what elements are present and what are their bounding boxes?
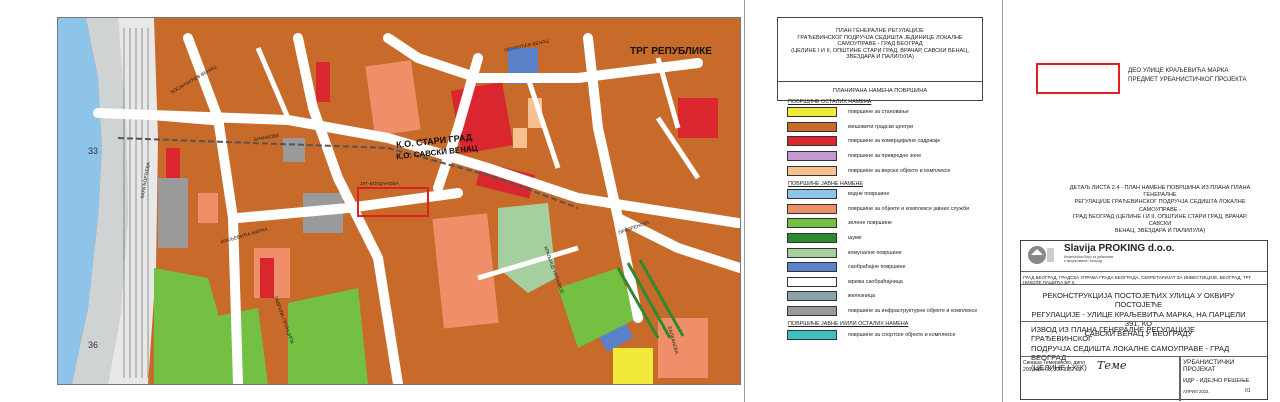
phase-label: УРБАНИСТИЧКИ ПРОЈЕКАТ bbox=[1183, 359, 1235, 373]
map-canvas bbox=[58, 18, 740, 384]
legend-item-public-1: површине за објекте и комплексе јавних с… bbox=[784, 202, 980, 217]
legend-swatch bbox=[787, 329, 837, 340]
legend-swatch bbox=[787, 107, 837, 118]
legend-item-public-8: површине за инфраструктурне објекте и ко… bbox=[784, 304, 980, 319]
phase-type: ИДР - ИДЕЈНО РЕШЕЊЕ bbox=[1183, 378, 1250, 384]
legend-label: површине за комерцијалне садржаје bbox=[848, 138, 941, 145]
detail-line: РЕГУЛАЦИЈЕ ГРАЂЕВИНСКОГ ПОДРУЧЈА СЕДИШТА… bbox=[1074, 199, 1246, 213]
company-logo-icon bbox=[1028, 246, 1054, 264]
legend-label: мешовити градски центри bbox=[848, 123, 914, 130]
signatory-name: Синиша Темеринско, дипл bbox=[1023, 360, 1085, 366]
legend-item-other-1: мешовити градски центри bbox=[784, 120, 980, 135]
signatory-license: 200 0065 03, 300 3152 03 bbox=[1023, 367, 1082, 373]
project-marker-swatch bbox=[1036, 63, 1120, 94]
legend-title-line: ПЛАН ГЕНЕРАЛНЕ РЕГУЛАЦИЈЕ bbox=[836, 28, 924, 34]
detail-line: ГРАД БЕОГРАД (ЦЕЛИНЕ I И II, ОПШТИНЕ СТА… bbox=[1072, 213, 1248, 228]
legend-swatch bbox=[787, 136, 837, 147]
legend-label: шуме bbox=[848, 235, 862, 242]
legend-label: железница bbox=[848, 293, 875, 300]
sheet-divider-2 bbox=[1002, 0, 1003, 402]
legend-swatch bbox=[787, 276, 837, 287]
land-use-map[interactable]: ТРГ РЕПУБЛИКЕ К.О. СТАРИ ГРАД К.О. САВСК… bbox=[57, 17, 741, 385]
legend-swatch bbox=[787, 306, 837, 317]
legend-swatch bbox=[787, 121, 837, 132]
square-label: ТРГ РЕПУБЛИКЕ bbox=[630, 46, 712, 57]
legend-item-public-7: железница bbox=[784, 289, 980, 304]
legend-swatch bbox=[787, 203, 837, 214]
grid-mark-36: 36 bbox=[88, 340, 99, 350]
legend-swatch bbox=[787, 291, 837, 302]
legend-label: мрежа саобраћајница bbox=[848, 278, 903, 285]
marker-line: ДЕО УЛИЦЕ КРАЉЕВИЋА МАРКА bbox=[1128, 67, 1229, 74]
company-subtitle: Инжењерски биро за урбанизам и пројектов… bbox=[1064, 255, 1113, 263]
legend-label: површине за спортске објекте и комплексе bbox=[848, 331, 956, 338]
legend-swatch bbox=[787, 189, 837, 200]
legend-label: саобраћајне површине bbox=[848, 264, 906, 271]
drawing-sheet: ТРГ РЕПУБЛИКЕ К.О. СТАРИ ГРАД К.О. САВСК… bbox=[0, 0, 1280, 402]
grid-mark-33: 33 bbox=[88, 146, 99, 156]
company-sub-line: и пројектовање, Београд bbox=[1064, 259, 1103, 263]
legend-item-other-3: површине за привредне зоне bbox=[784, 149, 980, 164]
street-jug-bogdanova: ЈУГ-БОГДАНОВА bbox=[360, 182, 399, 187]
marker-line: ПРЕДМЕТ УРБАНИСТИЧКОГ ПРОЈЕКТА bbox=[1128, 76, 1247, 83]
legend: ПОВРШИНЕ ОСТАЛИХ НАМЕНА површине за стан… bbox=[784, 96, 980, 342]
legend-item-mixed-0: површине за спортске објекте и комплексе bbox=[784, 327, 980, 342]
legend-item-public-4: комуналне површине bbox=[784, 245, 980, 260]
project-marker-label: ДЕО УЛИЦЕ КРАЉЕВИЋА МАРКА ПРЕДМЕТ УРБАНИ… bbox=[1128, 66, 1247, 84]
legend-item-public-0: водне површине bbox=[784, 187, 980, 202]
issue-date: АПРИЛ 2022. bbox=[1183, 389, 1210, 394]
sheet-divider bbox=[744, 0, 745, 402]
project-line: РЕКОНСТРУКЦИЈА ПОСТОЈЕЋИХ УЛИЦА У ОКВИРУ… bbox=[1042, 291, 1235, 310]
title-block: Slavija PROKING d.o.o. Инжењерски биро з… bbox=[1020, 240, 1268, 401]
legend-title-line: САМОУПРАВЕ - ГРАД БЕОГРАД bbox=[837, 41, 923, 48]
legend-item-other-4: површине за верске објекте и комплексе bbox=[784, 163, 980, 178]
detail-note: ДЕТАЉ ЛИСТА 2.4 - ПЛАН НАМЕНЕ ПОВРШИНА И… bbox=[1063, 185, 1257, 235]
legend-label: зелене површине bbox=[848, 220, 892, 227]
legend-swatch bbox=[787, 218, 837, 229]
legend-swatch bbox=[787, 233, 837, 244]
legend-item-public-5: саобраћајне површине bbox=[784, 260, 980, 275]
doc-line: ИЗВОД ИЗ ПЛАНА ГЕНЕРАЛНЕ РЕГУЛАЦИЈЕ ГРАЂ… bbox=[1031, 325, 1196, 344]
legend-title-line: ГРАЂЕВИНСКОГ ПОДРУЧЈА СЕДИШТА ЈЕДИНИЦЕ Л… bbox=[797, 34, 963, 41]
sheet-number: 01 bbox=[1245, 388, 1251, 394]
detail-line: ВЕНАЦ, ЗВЕЗДАРА И ПАЛИЛУЛА) bbox=[1114, 228, 1206, 235]
legend-title-line: ЗВЕЗДАРА И ПАЛИЛУЛА) bbox=[846, 54, 914, 61]
legend-swatch bbox=[787, 247, 837, 258]
legend-label: површине за инфраструктурне објекте и ко… bbox=[848, 308, 978, 315]
legend-subtitle: ПЛАНИРАНА НАМЕНА ПОВРШИНА bbox=[778, 81, 982, 95]
legend-label: површине за објекте и комплексе јавних с… bbox=[848, 205, 970, 212]
legend-label: површине за привредне зоне bbox=[848, 153, 922, 160]
legend-swatch bbox=[787, 262, 837, 273]
signatory: Синиша Темеринско, дипл 200 0065 03, 300… bbox=[1023, 360, 1085, 374]
legend-title-line: (ЦЕЛИНЕ I И II, ОПШТИНЕ СТАРИ ГРАД, ВРАЧ… bbox=[791, 47, 969, 54]
legend-label: водне површине bbox=[848, 191, 890, 198]
legend-label: комуналне површине bbox=[848, 249, 902, 256]
legend-item-other-2: површине за комерцијалне садржаје bbox=[784, 134, 980, 149]
legend-item-public-2: зелене површине bbox=[784, 216, 980, 231]
legend-item-public-3: шуме bbox=[784, 231, 980, 246]
legend-swatch bbox=[787, 165, 837, 176]
legend-label: површине за верске објекте и комплексе bbox=[848, 167, 951, 174]
legend-item-other-0: површине за становање bbox=[784, 105, 980, 120]
company-name: Slavija PROKING d.o.o. bbox=[1064, 243, 1175, 254]
legend-item-public-6: мрежа саобраћајница bbox=[784, 275, 980, 290]
legend-header: ПЛАН ГЕНЕРАЛНЕ РЕГУЛАЦИЈЕ ГРАЂЕВИНСКОГ П… bbox=[777, 17, 983, 101]
legend-label: површине за становање bbox=[848, 109, 909, 116]
signature: Теме bbox=[1097, 359, 1127, 372]
detail-line: ДЕТАЉ ЛИСТА 2.4 - ПЛАН НАМЕНЕ ПОВРШИНА И… bbox=[1069, 185, 1251, 199]
legend-swatch bbox=[787, 151, 837, 162]
